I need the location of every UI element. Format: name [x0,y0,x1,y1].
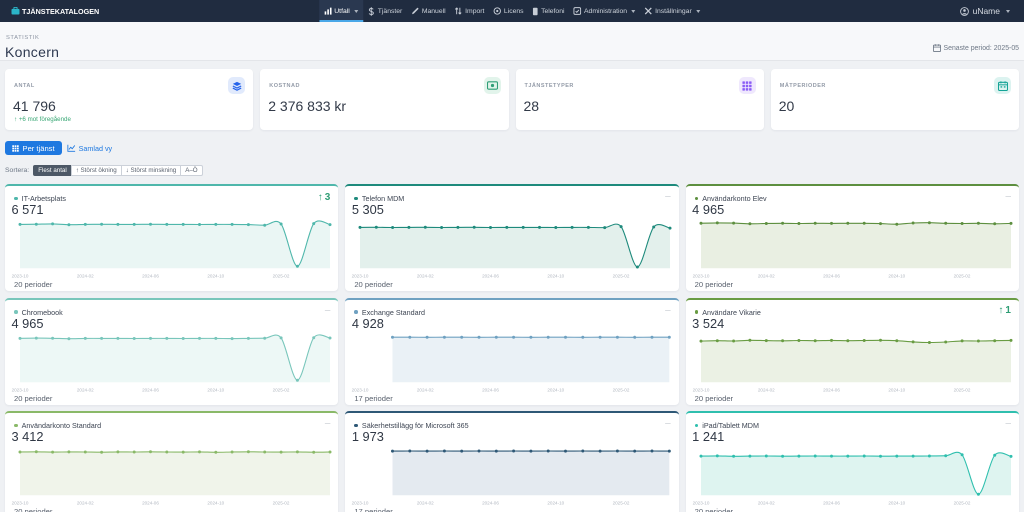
svg-text:2025-02: 2025-02 [613,387,630,392]
svg-text:2025-02: 2025-02 [953,387,970,392]
svg-text:2024-06: 2024-06 [142,501,159,506]
svg-text:2023-10: 2023-10 [692,274,709,279]
svg-text:2023-10: 2023-10 [352,501,369,506]
svg-text:2024-10: 2024-10 [548,387,565,392]
svg-text:2024-06: 2024-06 [482,387,499,392]
svg-text:2023-10: 2023-10 [12,274,29,279]
svg-text:2024-02: 2024-02 [417,274,434,279]
svg-text:2024-06: 2024-06 [482,274,499,279]
svg-text:2024-10: 2024-10 [888,501,905,506]
svg-text:2025-02: 2025-02 [273,274,290,279]
svg-text:2024-02: 2024-02 [758,387,775,392]
svg-text:2024-10: 2024-10 [207,387,224,392]
svg-text:2024-02: 2024-02 [77,501,94,506]
svg-text:2023-10: 2023-10 [352,274,369,279]
svg-text:2024-02: 2024-02 [77,387,94,392]
svg-text:2024-10: 2024-10 [207,501,224,506]
svg-text:2024-10: 2024-10 [888,387,905,392]
svg-text:2024-10: 2024-10 [548,501,565,506]
svg-text:2024-02: 2024-02 [417,387,434,392]
svg-text:2023-10: 2023-10 [692,501,709,506]
svg-text:2024-06: 2024-06 [823,274,840,279]
svg-text:2024-06: 2024-06 [823,501,840,506]
svg-text:2024-06: 2024-06 [142,387,159,392]
svg-text:2025-02: 2025-02 [613,501,630,506]
svg-text:2024-06: 2024-06 [482,501,499,506]
svg-text:2025-02: 2025-02 [953,274,970,279]
svg-text:2023-10: 2023-10 [352,387,369,392]
svg-text:2024-10: 2024-10 [548,274,565,279]
svg-text:2024-10: 2024-10 [207,274,224,279]
svg-text:2024-02: 2024-02 [77,274,94,279]
svg-text:2025-02: 2025-02 [273,501,290,506]
svg-text:2024-06: 2024-06 [142,274,159,279]
svg-text:2023-10: 2023-10 [12,387,29,392]
svg-text:2024-02: 2024-02 [417,501,434,506]
svg-text:2024-02: 2024-02 [758,501,775,506]
svg-text:2024-02: 2024-02 [758,274,775,279]
svg-text:2025-02: 2025-02 [953,501,970,506]
svg-text:2023-10: 2023-10 [692,387,709,392]
svg-text:2025-02: 2025-02 [613,274,630,279]
svg-text:2025-02: 2025-02 [273,387,290,392]
svg-text:2024-10: 2024-10 [888,274,905,279]
svg-text:2024-06: 2024-06 [823,387,840,392]
svg-text:2023-10: 2023-10 [12,501,29,506]
